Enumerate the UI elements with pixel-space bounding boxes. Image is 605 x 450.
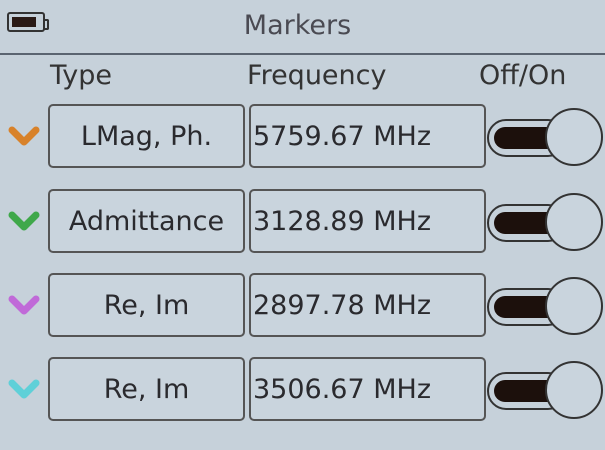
marker-chevron-icon — [8, 126, 40, 146]
marker-toggle[interactable] — [487, 277, 603, 335]
marker-type-button[interactable]: Re, Im — [48, 273, 245, 337]
column-header-type: Type — [50, 60, 113, 91]
marker-toggle[interactable] — [487, 193, 603, 251]
marker-frequency-field[interactable]: 5759.67 MHz — [249, 104, 486, 168]
column-header-toggle: Off/On — [479, 60, 567, 91]
marker-type-button[interactable]: Re, Im — [48, 357, 245, 421]
marker-row: LMag, Ph. 5759.67 MHz — [0, 104, 605, 170]
marker-type-button[interactable]: Admittance — [48, 189, 245, 253]
marker-row: Re, Im 2897.78 MHz — [0, 273, 605, 339]
marker-frequency-field[interactable]: 3506.67 MHz — [249, 357, 486, 421]
marker-chevron-icon — [8, 295, 40, 315]
marker-frequency-field[interactable]: 2897.78 MHz — [249, 273, 486, 337]
marker-chevron-icon — [8, 211, 40, 231]
page-title: Markers — [243, 10, 352, 41]
marker-row: Re, Im 3506.67 MHz — [0, 357, 605, 423]
marker-toggle[interactable] — [487, 108, 603, 166]
marker-type-button[interactable]: LMag, Ph. — [48, 104, 245, 168]
header-divider — [0, 53, 605, 55]
marker-frequency-field[interactable]: 3128.89 MHz — [249, 189, 486, 253]
marker-toggle[interactable] — [487, 361, 603, 419]
marker-chevron-icon — [8, 379, 40, 399]
column-header-frequency: Frequency — [247, 60, 387, 91]
marker-row: Admittance 3128.89 MHz — [0, 189, 605, 255]
